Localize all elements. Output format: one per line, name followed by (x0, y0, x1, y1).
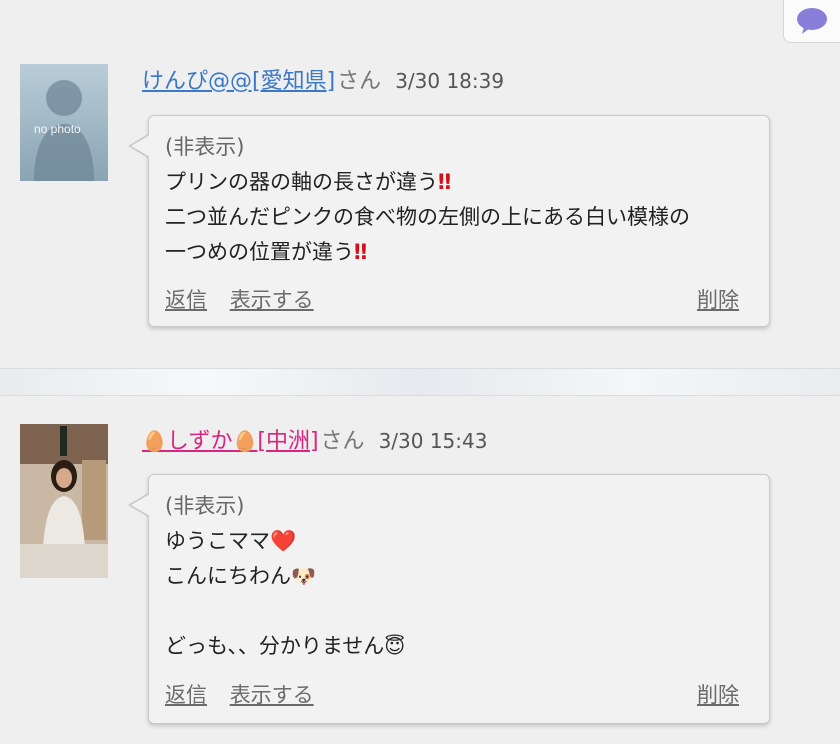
comment-actions: 返信 表示する 削除 (165, 679, 739, 709)
hidden-label: (非表示) (165, 494, 245, 518)
double-exclamation-icon: ‼ (354, 240, 367, 264)
halo-face-icon: 😇 (384, 634, 406, 658)
honorific: さん (320, 429, 365, 454)
heart-icon: ❤️ (270, 529, 297, 553)
avatar[interactable]: no photo (20, 64, 108, 181)
comment-line: 二つ並んだピンクの食べ物の左側の上にある白い模様の (165, 205, 690, 229)
comment-body: (非表示) ゆうこママ❤️ こんにちわん🐶 どっも、、分かりません😇 (165, 489, 753, 664)
comment-line: どっも、、分かりません😇 (165, 634, 406, 658)
honorific: さん (337, 69, 382, 94)
comment-header: けんぴ@@[愛知県]さん 3/30 18:39 (142, 66, 504, 97)
timestamp: 3/30 18:39 (395, 69, 505, 93)
section-divider (0, 368, 840, 396)
comment-line-blank (165, 594, 753, 629)
show-link[interactable]: 表示する (230, 288, 314, 312)
delete-link[interactable]: 削除 (697, 284, 739, 314)
timestamp: 3/30 15:43 (378, 429, 488, 453)
show-link[interactable]: 表示する (230, 683, 314, 707)
comment-line: プリンの器の軸の長さが違う‼ (165, 170, 451, 194)
avatar[interactable] (20, 424, 108, 578)
user-name-link[interactable]: けんぴ@@[愛知県] (142, 69, 335, 94)
comment-item: 🥚しずか🥚[中洲]さん 3/30 15:43 (非表示) ゆうこママ❤️ こんにち… (0, 396, 840, 744)
comment-body: (非表示) プリンの器の軸の長さが違う‼ 二つ並んだピンクの食べ物の左側の上にあ… (165, 130, 753, 270)
profile-photo (20, 424, 108, 578)
egg-icon: 🥚 (142, 429, 167, 453)
comment-item: no photo けんぴ@@[愛知県]さん 3/30 18:39 (非表示) プリ… (0, 0, 840, 368)
egg-icon: 🥚 (232, 429, 258, 453)
comment-header: 🥚しずか🥚[中洲]さん 3/30 15:43 (142, 426, 487, 457)
comment-line: こんにちわん🐶 (165, 564, 316, 588)
reply-link[interactable]: 返信 (165, 683, 207, 707)
hidden-label: (非表示) (165, 135, 245, 159)
comment-actions: 返信 表示する 削除 (165, 284, 739, 314)
comment-bubble: (非表示) ゆうこママ❤️ こんにちわん🐶 どっも、、分かりません😇 返信 表示… (128, 474, 770, 724)
delete-link[interactable]: 削除 (697, 679, 739, 709)
no-photo-label: no photo (34, 122, 81, 136)
reply-link[interactable]: 返信 (165, 288, 207, 312)
comment-bubble: (非表示) プリンの器の軸の長さが違う‼ 二つ並んだピンクの食べ物の左側の上にあ… (128, 115, 770, 327)
user-name-link[interactable]: 🥚しずか🥚[中洲] (142, 429, 319, 454)
comment-line: ゆうこママ❤️ (165, 529, 297, 553)
dog-face-icon: 🐶 (291, 564, 316, 588)
comment-line: 一つめの位置が違う‼ (165, 240, 367, 264)
double-exclamation-icon: ‼ (438, 170, 451, 194)
